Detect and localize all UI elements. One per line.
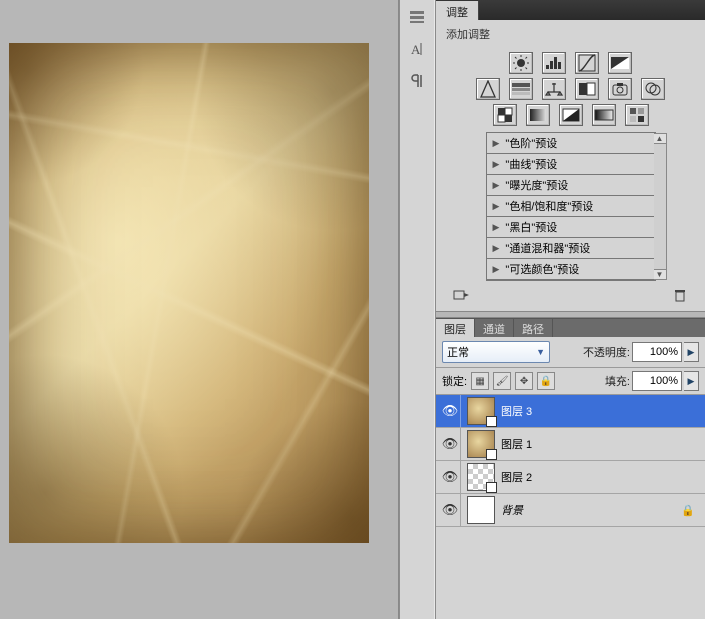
thumb-corner-icon [486,416,497,427]
right-panels: 调整 添加调整 ▶"色阶"预设 ▶"曲线"预设 ▶"曝 [435,0,705,619]
blend-mode-value: 正常 [447,344,469,360]
collapsed-panel-strip: A [399,0,435,619]
trash-icon[interactable] [669,287,691,303]
adjustment-icons-row-2 [444,78,697,100]
levels-icon[interactable] [542,52,566,74]
tab-adjustments[interactable]: 调整 [436,0,479,20]
adjustment-presets-list: ▶ "色阶"预设 ▶ "曲线"预设 ▶ "曝光度"预设 ▶ "色相/饱和度"预设 ▶ "黑… [486,132,656,281]
layer-controls-row-2: 锁定: ▦ 🖌 ✥ 🔒 填充: 100% ▶ [436,368,705,395]
preset-levels[interactable]: ▶ "色阶"预设 [487,133,655,154]
lock-pixels-icon[interactable]: 🖌 [493,372,511,390]
preset-scrollbar[interactable] [654,133,667,280]
adjustments-footer [444,285,697,305]
fill-flyout-icon[interactable]: ▶ [684,371,699,391]
adjustments-panel: 添加调整 ▶"色阶"预设 ▶"曲线"预设 ▶"曝光度"预设 ▶" [436,20,705,311]
preset-label: "曲线"预设 [505,156,557,172]
blend-mode-select[interactable]: 正常 ▼ [442,341,550,363]
tab-layers[interactable]: 图层 [436,319,475,337]
paragraph-panel-icon[interactable] [402,68,432,94]
channel-mixer-icon[interactable] [641,78,665,100]
layer-thumbnail[interactable] [467,496,495,524]
exposure-icon[interactable] [608,52,632,74]
fill-label: 填充: [605,373,630,389]
photo-filter-icon[interactable] [608,78,632,100]
layer-row[interactable]: 👁 图层 2 [436,461,705,494]
visibility-eye-icon[interactable]: 👁 [440,494,461,526]
adjustments-subtitle: 添加调整 [444,24,697,48]
return-to-adjustlist-icon[interactable] [450,287,472,303]
document-canvas[interactable] [9,43,369,543]
layer-controls-row-1: 正常 ▼ 不透明度: 100% ▶ [436,337,705,368]
opacity-field[interactable]: 100% [632,342,682,362]
layer-thumbnail[interactable] [467,463,495,491]
invert-icon[interactable] [493,104,517,126]
layer-name[interactable]: 背景 [501,502,523,518]
threshold-icon[interactable] [559,104,583,126]
thumb-corner-icon [486,449,497,460]
adjustment-icons-row-3 [444,104,697,126]
layer-list: 👁 图层 3 👁 图层 1 👁 图层 2 👁 背景 🔒 [436,395,705,619]
bw-icon[interactable] [575,78,599,100]
hue-sat-icon[interactable] [509,78,533,100]
preset-label: "通道混和器"预设 [505,240,590,256]
lock-icon: 🔒 [681,504,695,517]
layer-row[interactable]: 👁 图层 1 [436,428,705,461]
preset-label: "黑白"预设 [505,219,557,235]
vibrance-icon[interactable] [476,78,500,100]
visibility-eye-icon[interactable]: 👁 [440,461,461,493]
opacity-label: 不透明度: [583,344,630,360]
gradient-map-icon[interactable] [592,104,616,126]
layer-name[interactable]: 图层 2 [501,469,532,485]
preset-selective-color[interactable]: ▶ "可选颜色"预设 [487,259,655,280]
disclosure-triangle-icon: ▶ [493,201,500,212]
visibility-eye-icon[interactable]: 👁 [440,395,461,427]
visibility-eye-icon[interactable]: 👁 [440,428,461,460]
tab-channels[interactable]: 通道 [475,319,514,337]
brightness-contrast-icon[interactable] [509,52,533,74]
lock-transparent-icon[interactable]: ▦ [471,372,489,390]
panel-toggle-1[interactable] [402,4,432,30]
panel-divider[interactable] [436,311,705,318]
preset-label: "色阶"预设 [505,135,557,151]
opacity-flyout-icon[interactable]: ▶ [684,342,699,362]
thumb-corner-icon [486,482,497,493]
layer-name[interactable]: 图层 3 [501,403,532,419]
disclosure-triangle-icon: ▶ [493,159,500,170]
preset-curves[interactable]: ▶ "曲线"预设 [487,154,655,175]
curves-icon[interactable] [575,52,599,74]
layers-tabbar: 图层 通道 路径 [436,318,705,337]
preset-label: "色相/饱和度"预设 [505,198,593,214]
preset-exposure[interactable]: ▶ "曝光度"预设 [487,175,655,196]
lock-position-icon[interactable]: ✥ [515,372,533,390]
layer-name[interactable]: 图层 1 [501,436,532,452]
adjustment-icons-row-1 [444,52,697,74]
disclosure-triangle-icon: ▶ [493,222,500,233]
disclosure-triangle-icon: ▶ [493,138,500,149]
preset-hue-sat[interactable]: ▶ "色相/饱和度"预设 [487,196,655,217]
fill-field[interactable]: 100% [632,371,682,391]
preset-channel-mixer[interactable]: ▶ "通道混和器"预设 [487,238,655,259]
preset-label: "曝光度"预设 [505,177,568,193]
preset-label: "可选颜色"预设 [505,261,579,277]
disclosure-triangle-icon: ▶ [493,180,500,191]
svg-text:A: A [411,42,421,57]
character-panel-icon[interactable]: A [402,36,432,62]
tab-paths[interactable]: 路径 [514,319,553,337]
dropdown-arrow-icon: ▼ [536,347,545,357]
lock-all-icon[interactable]: 🔒 [537,372,555,390]
disclosure-triangle-icon: ▶ [493,264,500,275]
layer-thumbnail[interactable] [467,430,495,458]
layer-row[interactable]: 👁 图层 3 [436,395,705,428]
layer-thumbnail[interactable] [467,397,495,425]
layer-row-background[interactable]: 👁 背景 🔒 [436,494,705,527]
posterize-icon[interactable] [526,104,550,126]
lock-label: 锁定: [442,373,467,389]
selective-color-icon[interactable] [625,104,649,126]
color-balance-icon[interactable] [542,78,566,100]
preset-bw[interactable]: ▶ "黑白"预设 [487,217,655,238]
canvas-area[interactable] [0,0,399,619]
adjustments-tabbar: 调整 [436,0,705,20]
disclosure-triangle-icon: ▶ [493,243,500,254]
